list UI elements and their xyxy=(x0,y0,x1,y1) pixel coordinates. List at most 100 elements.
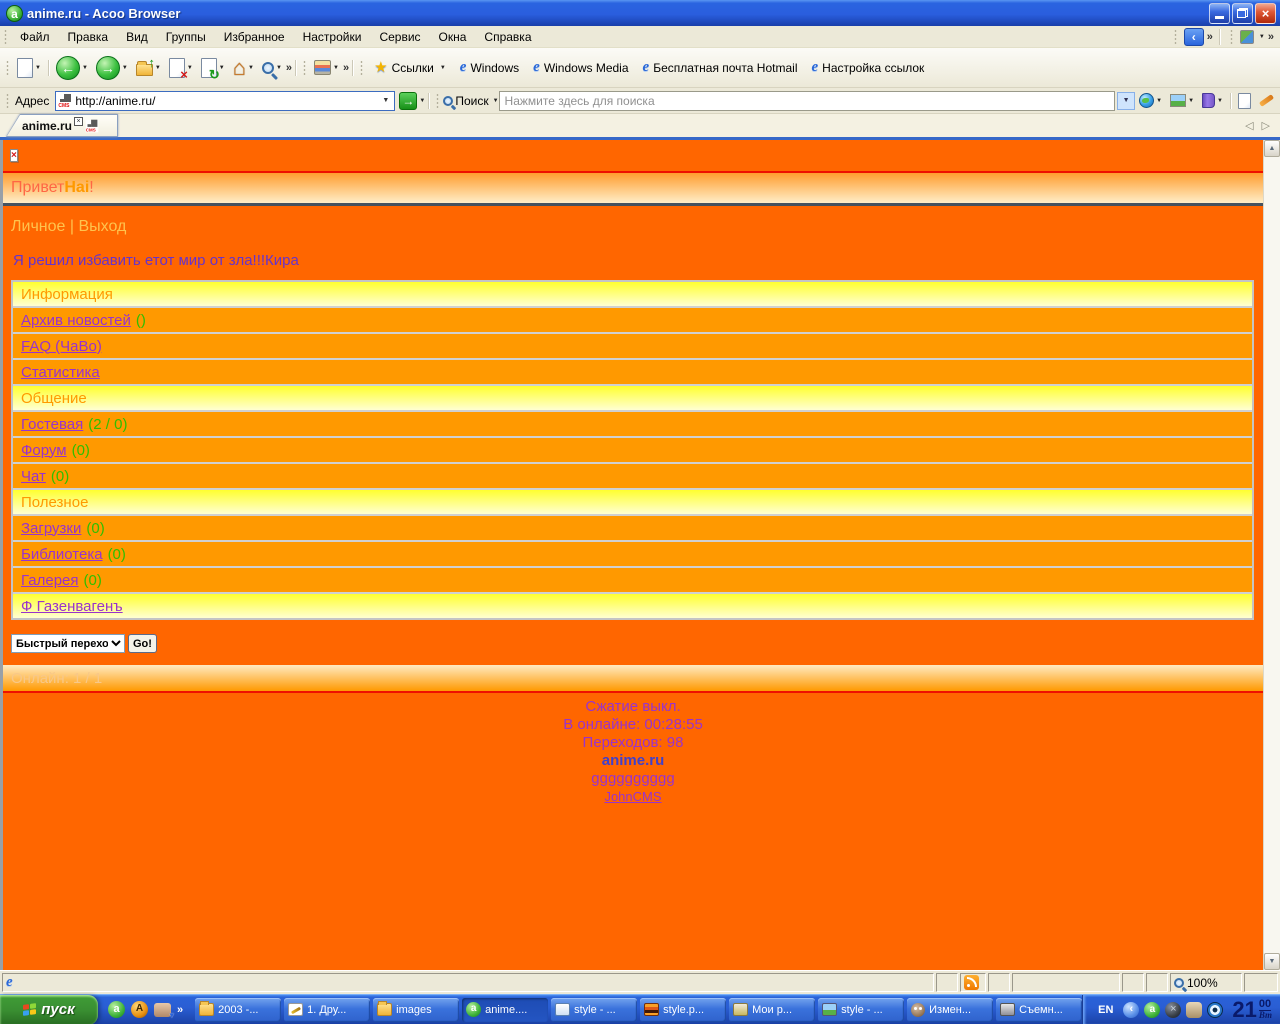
menu-link[interactable]: Загрузки xyxy=(21,520,81,537)
tools-button[interactable]: ▼ xyxy=(310,57,343,78)
home-button[interactable]: ⌂ ▼ xyxy=(229,55,258,81)
link-windows-media[interactable]: e Windows Media xyxy=(526,60,635,75)
links-bar-label[interactable]: ★ Ссылки ▼ xyxy=(367,60,453,75)
toolbar-grip[interactable] xyxy=(1174,29,1177,45)
rss-icon[interactable] xyxy=(964,975,979,990)
back-button[interactable]: ← ▼ xyxy=(52,53,92,83)
collapse-panel-button[interactable]: ‹ xyxy=(1184,28,1204,46)
scroll-up-icon[interactable]: ▲ xyxy=(1264,140,1280,157)
chevron-more-icon[interactable]: » xyxy=(1207,31,1213,43)
task-style-notepad[interactable]: style - ... xyxy=(551,998,637,1022)
new-page-button[interactable]: ▼ xyxy=(13,55,45,81)
menu-link[interactable]: Чат xyxy=(21,468,46,485)
task-style-psd[interactable]: style.p... xyxy=(640,998,726,1022)
close-button[interactable]: × xyxy=(1255,3,1276,24)
link-hotmail[interactable]: e Бесплатная почта Hotmail xyxy=(636,60,805,75)
menu-view[interactable]: Вид xyxy=(117,27,157,47)
tab-anime-ru[interactable]: anime.ru × CMS xyxy=(6,114,118,137)
camera-download-icon[interactable] xyxy=(154,1003,171,1017)
toolbar-grip[interactable] xyxy=(4,29,7,45)
tray-clock[interactable]: 21 00 Вт xyxy=(1232,999,1272,1021)
task-anime-active[interactable]: a anime.... xyxy=(462,998,548,1022)
menu-link[interactable]: Архив новостей xyxy=(21,312,131,329)
chevron-more-icon[interactable]: » xyxy=(286,62,292,74)
chevron-more-icon[interactable]: » xyxy=(343,62,349,74)
up-button[interactable]: ↑ ▼ xyxy=(132,57,165,79)
tray-collapse-icon[interactable]: ‹ xyxy=(1123,1002,1139,1018)
tab-scroll-left-icon[interactable]: ◁ xyxy=(1245,119,1253,132)
dropdown-arrow-icon[interactable]: ▼ xyxy=(1259,34,1265,40)
tab-close-icon[interactable]: × xyxy=(74,117,83,126)
images-button[interactable]: ▼ xyxy=(1166,91,1198,110)
menu-service[interactable]: Сервис xyxy=(370,27,429,47)
toolbar-grip[interactable] xyxy=(360,60,363,76)
toolbar-grip[interactable] xyxy=(6,93,9,109)
web-search-button[interactable]: ▼ xyxy=(1135,90,1166,111)
chevron-more-icon[interactable]: » xyxy=(1268,31,1274,43)
menu-link[interactable]: Ф Газенвагенъ xyxy=(21,598,123,615)
forward-button[interactable]: → ▼ xyxy=(92,53,132,83)
menu-header-info: Информация xyxy=(13,282,1252,306)
task-removable-disk[interactable]: Съемн... xyxy=(996,998,1082,1022)
menu-file[interactable]: Файл xyxy=(11,27,59,47)
page-scrollbar[interactable]: ▲ ▼ xyxy=(1263,140,1280,970)
task-gimp[interactable]: Измен... xyxy=(907,998,993,1022)
toolbar-grip[interactable] xyxy=(303,60,306,76)
menu-link[interactable]: Гостевая xyxy=(21,416,83,433)
quick-jump-go-button[interactable]: Go! xyxy=(128,634,157,653)
toolbar-grip[interactable] xyxy=(436,93,439,109)
restore-button[interactable] xyxy=(1232,3,1253,24)
plugin-icon[interactable] xyxy=(1240,30,1254,44)
highlighter-button[interactable] xyxy=(1255,95,1278,106)
toolbar-grip[interactable] xyxy=(1230,29,1233,45)
link-windows[interactable]: e Windows xyxy=(453,60,526,75)
task-style-image[interactable]: style - ... xyxy=(818,998,904,1022)
menu-groups[interactable]: Группы xyxy=(157,27,215,47)
refresh-button[interactable]: ↻ ▼ xyxy=(197,55,229,81)
dropdown-arrow-icon[interactable]: ▼ xyxy=(419,98,425,104)
task-images[interactable]: images xyxy=(373,998,459,1022)
chevron-more-icon[interactable]: » xyxy=(177,1004,183,1016)
search-engine-dropdown[interactable]: ▼ xyxy=(1117,92,1135,110)
url-input[interactable] xyxy=(75,94,379,108)
url-dropdown-icon[interactable]: ▼ xyxy=(379,97,392,104)
minimize-button[interactable] xyxy=(1209,3,1230,24)
task-2003[interactable]: 2003 -... xyxy=(195,998,281,1022)
bookmarks-button[interactable]: ▼ xyxy=(1198,90,1227,111)
status-zoom-panel[interactable]: 100% xyxy=(1170,973,1242,992)
menu-edit[interactable]: Правка xyxy=(59,27,118,47)
eye-tray-icon[interactable] xyxy=(1207,1002,1223,1018)
logout-link[interactable]: Выход xyxy=(78,218,126,235)
scroll-down-icon[interactable]: ▼ xyxy=(1264,953,1280,970)
acoo-tray-icon[interactable]: a xyxy=(1144,1002,1160,1018)
menu-link[interactable]: FAQ (ЧаВо) xyxy=(21,338,102,355)
menu-link[interactable]: Библиотека xyxy=(21,546,103,563)
page-preview-button[interactable] xyxy=(1234,90,1255,112)
menu-favorites[interactable]: Избранное xyxy=(215,27,294,47)
toolbar-grip[interactable] xyxy=(6,60,9,76)
johncms-link[interactable]: JohnCMS xyxy=(604,789,661,804)
amber-app-icon[interactable]: A xyxy=(131,1001,148,1018)
menu-link[interactable]: Статистика xyxy=(21,364,100,381)
go-button[interactable]: → xyxy=(399,92,417,110)
brush-icon xyxy=(288,1003,303,1016)
menu-link[interactable]: Форум xyxy=(21,442,67,459)
language-indicator[interactable]: EN xyxy=(1093,1002,1118,1018)
acoo-quicklaunch-icon[interactable]: a xyxy=(108,1001,125,1018)
quick-jump-select[interactable]: Быстрый переход xyxy=(11,634,125,653)
menu-windows[interactable]: Окна xyxy=(430,27,476,47)
start-button[interactable]: пуск xyxy=(0,995,98,1024)
search-button[interactable]: ▼ xyxy=(258,59,286,77)
webcam-tray-icon[interactable] xyxy=(1186,1002,1202,1018)
stop-button[interactable]: × ▼ xyxy=(165,55,197,81)
tab-scroll-right-icon[interactable]: ▷ xyxy=(1262,119,1270,132)
menu-link[interactable]: Галерея xyxy=(21,572,79,589)
search-input[interactable] xyxy=(500,94,1115,108)
menu-settings[interactable]: Настройки xyxy=(294,27,371,47)
task-my-pictures[interactable]: Мои р... xyxy=(729,998,815,1022)
sphere-tray-icon[interactable] xyxy=(1165,1002,1181,1018)
link-customize[interactable]: e Настройка ссылок xyxy=(804,60,931,75)
task-friends[interactable]: 1. Дру... xyxy=(284,998,370,1022)
menu-help[interactable]: Справка xyxy=(475,27,540,47)
personal-link[interactable]: Личное xyxy=(11,218,65,235)
